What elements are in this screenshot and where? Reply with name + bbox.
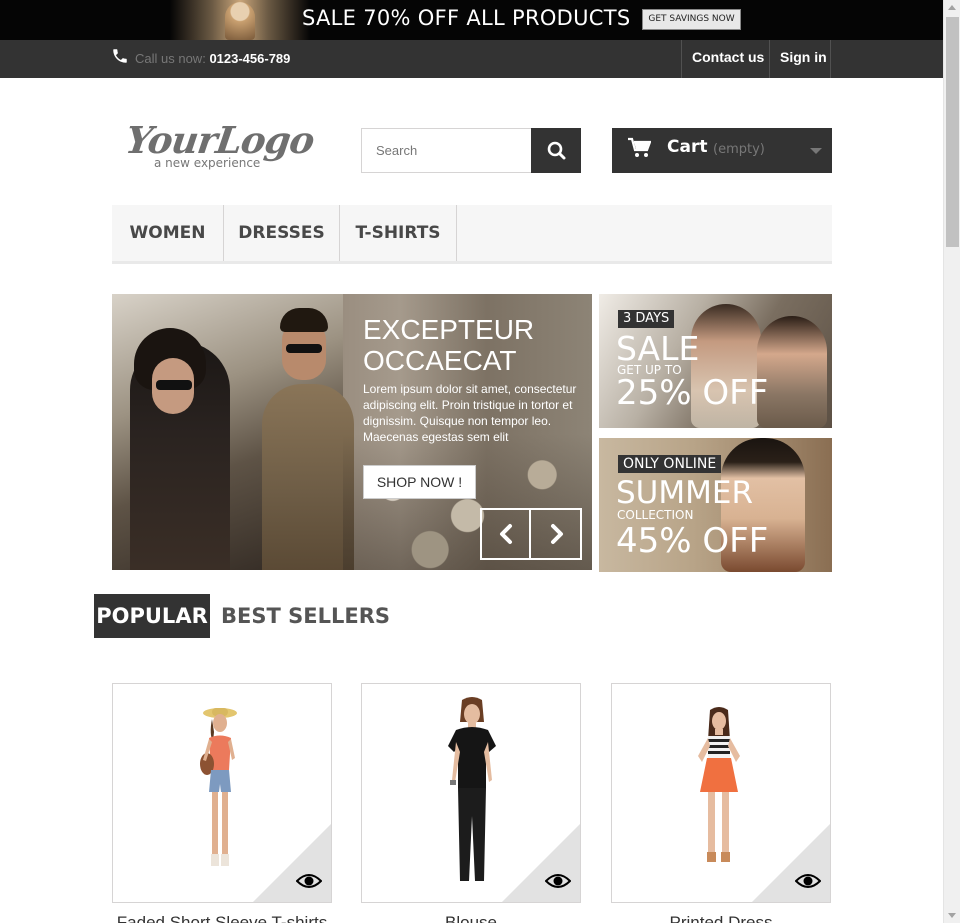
call-us-label: Call us now: [135,51,206,66]
quick-view-corner [502,824,580,902]
eye-icon[interactable] [545,872,571,890]
product-name[interactable]: Printed Dress [611,913,831,923]
slide-model-sunglasses [156,380,192,390]
store-logo[interactable]: YourLogo a new experience [123,118,317,178]
banner-model-image [225,2,255,40]
menu-item-t-shirts[interactable]: T-SHIRTS [340,205,457,261]
tab-popular[interactable]: POPULAR [94,594,210,638]
call-us-text: Call us now: 0123-456-789 [135,51,290,66]
chevron-right-icon [551,524,563,544]
homepage-slider[interactable]: EXCEPTEUR OCCAECAT Lorem ipsum dolor sit… [112,294,592,570]
promo-heading: SUMMER [616,475,753,511]
promo-discount: 45% OFF [616,521,769,561]
promo-discount: 25% OFF [616,373,769,413]
promo-banner-summer[interactable]: ONLY ONLINE SUMMER COLLECTION 45% OFF [599,438,832,572]
slide-title: EXCEPTEUR OCCAECAT [363,314,535,376]
get-savings-button[interactable]: GET SAVINGS NOW [642,9,741,30]
logo-tagline: a new experience [154,156,261,170]
search-form [361,128,581,173]
top-nav-bar: Call us now: 0123-456-789 Contact us Sig… [0,40,943,78]
phone-number: 0123-456-789 [209,51,291,66]
banner-sale-text: SALE 70% OFF ALL PRODUCTS [302,6,631,30]
product-name[interactable]: Faded Short Sleeve T-shirts [112,913,332,923]
eye-icon[interactable] [296,872,322,890]
product-image [200,708,237,866]
product-card[interactable] [112,683,332,903]
top-promo-banner[interactable]: SALE 70% OFF ALL PRODUCTS GET SAVINGS NO… [0,0,943,40]
chevron-left-icon [500,524,512,544]
product-name[interactable]: Blouse [361,913,581,923]
slide-model-man-sunglasses [286,344,322,353]
shop-now-button[interactable]: SHOP NOW ! [363,465,476,499]
cart-status: (empty) [713,142,765,157]
product-card[interactable] [361,683,581,903]
quick-view-corner [253,824,331,902]
slide-image [112,294,354,570]
slider-controls [480,508,582,560]
eye-icon[interactable] [795,872,821,890]
product-card[interactable] [611,683,831,903]
slide-description: Lorem ipsum dolor sit amet, consectetur … [363,382,577,444]
product-image [448,697,496,881]
sign-in-link[interactable]: Sign in [769,40,831,78]
slider-prev-button[interactable] [482,510,531,558]
search-input[interactable] [361,128,531,173]
promo-tag: 3 DAYS [618,310,675,328]
main-menu: WOMEN DRESSES T-SHIRTS [112,205,832,264]
promo-subheading: COLLECTION [617,508,694,522]
shopping-cart-button[interactable]: Cart (empty) [612,128,832,173]
scrollbar-thumb[interactable] [946,17,959,247]
tab-best-sellers[interactable]: BEST SELLERS [221,594,390,638]
promo-banner-sale[interactable]: 3 DAYS SALE GET UP TO 25% OFF [599,294,832,428]
search-icon [547,141,566,160]
quick-view-corner [752,824,830,902]
search-button[interactable] [531,128,581,173]
scroll-down-icon[interactable] [948,913,956,918]
page-scrollbar[interactable] [943,0,960,923]
contact-us-link[interactable]: Contact us [681,40,769,78]
product-image [698,707,740,862]
promo-tag: ONLY ONLINE [618,455,722,473]
phone-icon [113,49,127,63]
cart-label: Cart [667,137,708,157]
chevron-down-icon[interactable] [810,148,822,154]
slider-next-button[interactable] [532,510,581,558]
slide-model-man-hair [280,308,328,332]
menu-item-women[interactable]: WOMEN [112,205,224,261]
cart-icon [628,137,651,157]
scroll-up-icon[interactable] [948,5,956,10]
slide-model-man [262,384,354,570]
menu-item-dresses[interactable]: DRESSES [224,205,340,261]
